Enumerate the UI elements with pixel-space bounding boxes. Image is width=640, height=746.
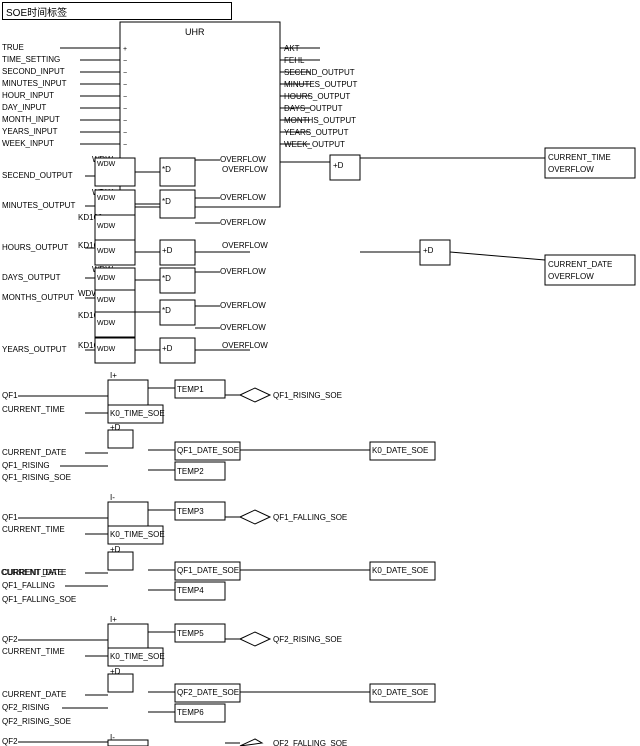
- svg-text:−: −: [123, 106, 127, 113]
- svg-text:MONTHS_OUTPUT: MONTHS_OUTPUT: [2, 293, 74, 302]
- svg-text:−: −: [123, 94, 127, 101]
- svg-text:TEMP2: TEMP2: [177, 467, 204, 476]
- svg-text:HOUR_INPUT: HOUR_INPUT: [2, 91, 54, 100]
- svg-text:QF1_DATE_SOE: QF1_DATE_SOE: [177, 566, 239, 575]
- svg-text:*D: *D: [162, 197, 171, 206]
- svg-text:WDW: WDW: [97, 275, 116, 282]
- svg-text:MINUTES_OUTPUT: MINUTES_OUTPUT: [2, 201, 75, 210]
- svg-text:I+: I+: [110, 371, 117, 380]
- svg-text:OVERFLOW: OVERFLOW: [222, 241, 268, 250]
- svg-text:QF1_FALLING_SOE: QF1_FALLING_SOE: [273, 513, 347, 522]
- svg-text:OVERFLOW: OVERFLOW: [222, 165, 268, 174]
- svg-text:CURRENT_TIME: CURRENT_TIME: [2, 405, 65, 414]
- svg-text:−: −: [123, 70, 127, 77]
- svg-text:K0_TIME_SOE: K0_TIME_SOE: [110, 409, 165, 418]
- svg-text:DAYS_OUTPUT: DAYS_OUTPUT: [2, 273, 61, 282]
- svg-text:WDW: WDW: [97, 195, 116, 202]
- svg-text:QF2_RISING: QF2_RISING: [2, 703, 50, 712]
- svg-text:−: −: [123, 118, 127, 125]
- svg-text:TIME_SETTING: TIME_SETTING: [2, 55, 60, 64]
- svg-text:OVERFLOW: OVERFLOW: [220, 155, 266, 164]
- svg-text:WDW: WDW: [97, 161, 116, 168]
- svg-text:QF1_DATE_SOE: QF1_DATE_SOE: [177, 446, 239, 455]
- svg-text:QF1: QF1: [2, 513, 18, 522]
- svg-text:QF1_FALLING: QF1_FALLING: [2, 581, 55, 590]
- svg-text:TRUE: TRUE: [2, 43, 24, 52]
- svg-text:*D: *D: [162, 165, 171, 174]
- svg-text:QF1_RISING_SOE: QF1_RISING_SOE: [2, 473, 71, 482]
- svg-text:−: −: [123, 130, 127, 137]
- svg-text:WDW: WDW: [97, 346, 116, 353]
- svg-text:QF1_RISING: QF1_RISING: [2, 461, 50, 470]
- svg-text:SECEND_OUTPUT: SECEND_OUTPUT: [2, 171, 73, 180]
- svg-text:QF2_RISING_SOE: QF2_RISING_SOE: [2, 717, 71, 726]
- svg-text:OVERFLOW: OVERFLOW: [220, 218, 266, 227]
- svg-text:TEMP4: TEMP4: [177, 586, 204, 595]
- svg-text:WDW: WDW: [97, 320, 116, 327]
- diagram-container: SOE时间标签 UHR TRUE + TIME_SETTING − SECOND…: [0, 0, 640, 746]
- svg-text:TEMP1: TEMP1: [177, 385, 204, 394]
- svg-text:WEEK_INPUT: WEEK_INPUT: [2, 139, 54, 148]
- diagram-svg: UHR TRUE + TIME_SETTING − SECOND_INPUT −…: [0, 0, 640, 746]
- svg-text:QF1_FALLING_SOE: QF1_FALLING_SOE: [2, 595, 76, 604]
- svg-text:CURRENT_DATE: CURRENT_DATE: [2, 690, 66, 699]
- svg-text:−: −: [123, 58, 127, 65]
- svg-text:K0_TIME_SOE: K0_TIME_SOE: [110, 652, 165, 661]
- svg-text:CURRENT DATE: CURRENT DATE: [1, 568, 63, 577]
- svg-text:CURRENT_TIME: CURRENT_TIME: [548, 153, 611, 162]
- svg-text:OVERFLOW: OVERFLOW: [548, 272, 594, 281]
- svg-text:+D: +D: [333, 161, 344, 170]
- svg-text:OVERFLOW: OVERFLOW: [220, 193, 266, 202]
- svg-text:QF2_DATE_SOE: QF2_DATE_SOE: [177, 688, 239, 697]
- svg-text:QF1: QF1: [2, 391, 18, 400]
- svg-text:CURRENT_DATE: CURRENT_DATE: [2, 448, 66, 457]
- svg-text:OVERFLOW: OVERFLOW: [220, 301, 266, 310]
- svg-text:QF2_RISING_SOE: QF2_RISING_SOE: [273, 635, 342, 644]
- svg-text:OVERFLOW: OVERFLOW: [548, 165, 594, 174]
- svg-text:OVERFLOW: OVERFLOW: [220, 267, 266, 276]
- svg-text:I-: I-: [110, 493, 115, 502]
- svg-text:QF2_FALLING_SOE: QF2_FALLING_SOE: [273, 739, 347, 746]
- svg-text:QF2: QF2: [2, 737, 18, 746]
- svg-text:DAY_INPUT: DAY_INPUT: [2, 103, 46, 112]
- svg-text:TEMP6: TEMP6: [177, 708, 204, 717]
- svg-text:QF2: QF2: [2, 635, 18, 644]
- svg-text:YEARS_INPUT: YEARS_INPUT: [2, 127, 58, 136]
- svg-text:+D: +D: [423, 246, 434, 255]
- svg-text:*D: *D: [162, 274, 171, 283]
- svg-text:TEMP3: TEMP3: [177, 507, 204, 516]
- svg-text:K0_DATE_SOE: K0_DATE_SOE: [372, 688, 428, 697]
- svg-text:HOURS_OUTPUT: HOURS_OUTPUT: [2, 243, 68, 252]
- svg-text:OVERFLOW: OVERFLOW: [222, 341, 268, 350]
- svg-text:MONTH_INPUT: MONTH_INPUT: [2, 115, 60, 124]
- svg-text:CURRENT_TIME: CURRENT_TIME: [2, 647, 65, 656]
- svg-text:+D: +D: [162, 344, 173, 353]
- svg-text:TEMP5: TEMP5: [177, 629, 204, 638]
- svg-text:WDW: WDW: [97, 297, 116, 304]
- svg-text:WDW: WDW: [97, 248, 116, 255]
- svg-text:MINUTES_INPUT: MINUTES_INPUT: [2, 79, 67, 88]
- svg-text:CURRENT_TIME: CURRENT_TIME: [2, 525, 65, 534]
- svg-text:+: +: [123, 46, 127, 53]
- svg-text:K0_DATE_SOE: K0_DATE_SOE: [372, 446, 428, 455]
- svg-text:WDW: WDW: [97, 223, 116, 230]
- svg-text:QF1_RISING_SOE: QF1_RISING_SOE: [273, 391, 342, 400]
- svg-text:UHR: UHR: [185, 27, 205, 37]
- svg-text:K0_TIME_SOE: K0_TIME_SOE: [110, 530, 165, 539]
- svg-text:OVERFLOW: OVERFLOW: [220, 323, 266, 332]
- svg-text:−: −: [123, 82, 127, 89]
- svg-text:−: −: [123, 142, 127, 149]
- svg-text:*D: *D: [162, 306, 171, 315]
- svg-text:I+: I+: [110, 615, 117, 624]
- svg-text:SECOND_INPUT: SECOND_INPUT: [2, 67, 65, 76]
- svg-text:+D: +D: [162, 246, 173, 255]
- svg-text:CURRENT_DATE: CURRENT_DATE: [548, 260, 612, 269]
- svg-text:K0_DATE_SOE: K0_DATE_SOE: [372, 566, 428, 575]
- svg-text:YEARS_OUTPUT: YEARS_OUTPUT: [2, 345, 67, 354]
